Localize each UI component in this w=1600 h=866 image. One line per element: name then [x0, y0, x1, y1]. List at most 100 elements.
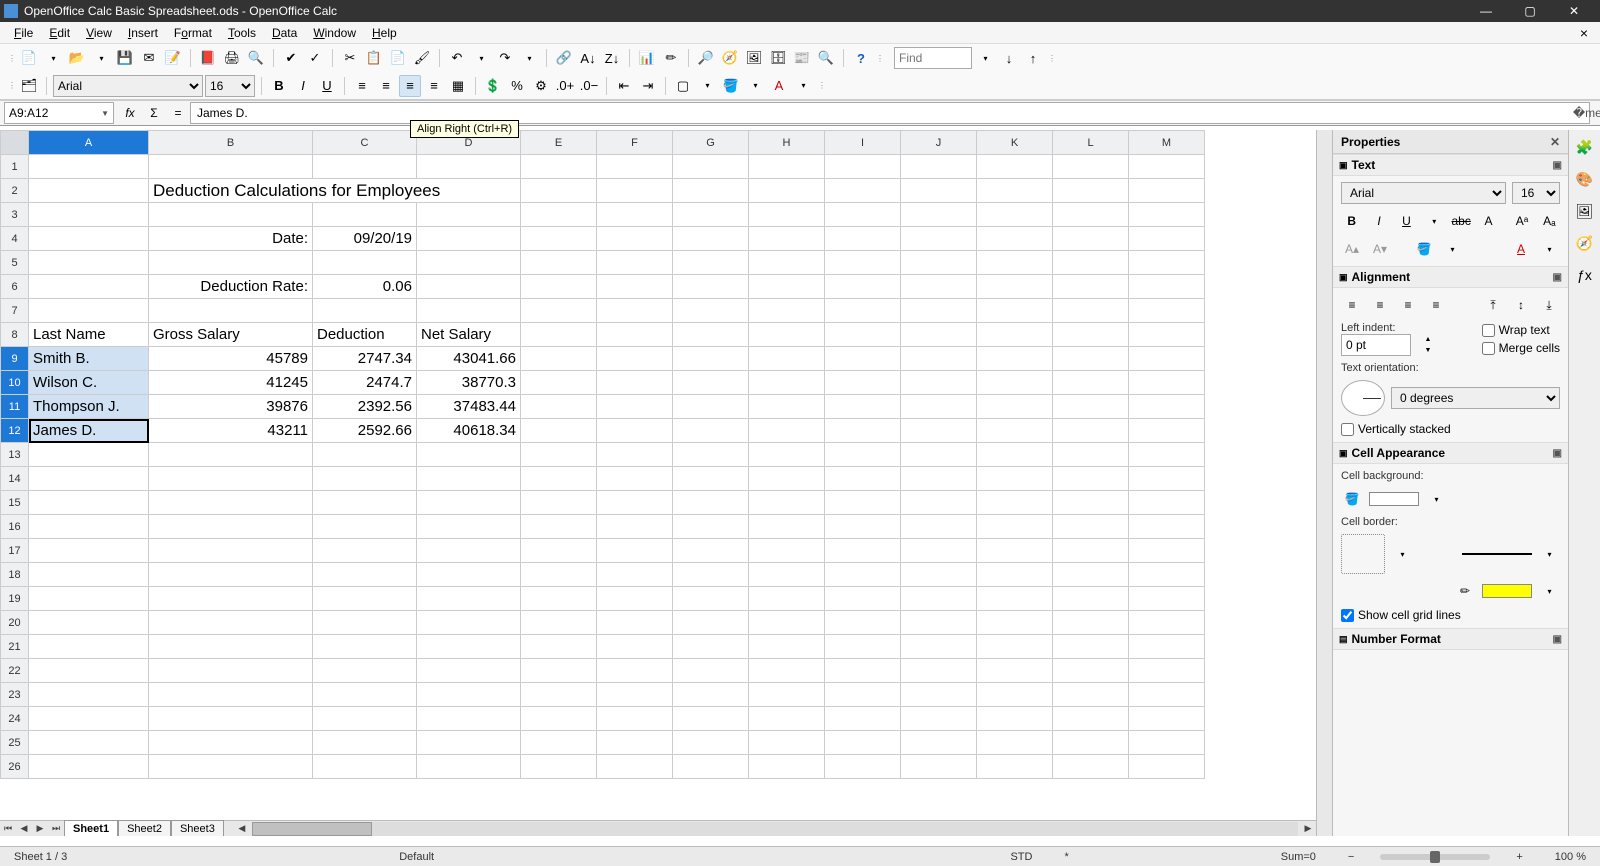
- menu-help[interactable]: Help: [364, 24, 405, 42]
- maximize-button[interactable]: ▢: [1508, 0, 1552, 22]
- cell-hdr-lastname[interactable]: Last Name: [29, 323, 149, 347]
- panel-fontcolor-dropdown[interactable]: [1538, 238, 1560, 260]
- sheet-tab-2[interactable]: Sheet2: [118, 820, 171, 836]
- row-header-13[interactable]: 13: [1, 443, 29, 467]
- menu-insert[interactable]: Insert: [120, 24, 166, 42]
- panel-font-select[interactable]: Arial: [1341, 182, 1506, 204]
- insert-chart-button[interactable]: 📊: [636, 47, 658, 69]
- navigator-button[interactable]: 🧭: [719, 47, 741, 69]
- zoom-in-button[interactable]: +: [1510, 851, 1528, 863]
- grid-wrap[interactable]: A B C D E F G H I J K L M: [0, 130, 1316, 820]
- hscroll-track[interactable]: [252, 822, 1298, 836]
- panel-decrease-font-button[interactable]: A▾: [1369, 238, 1391, 260]
- col-header-M[interactable]: M: [1129, 131, 1205, 155]
- sum-button[interactable]: Σ: [142, 102, 166, 124]
- panel-align-right-button[interactable]: ≡: [1397, 294, 1419, 316]
- section-align-header[interactable]: ▣ Alignment ▣: [1333, 266, 1568, 288]
- row-header-10[interactable]: 10: [1, 371, 29, 395]
- equals-button[interactable]: =: [166, 102, 190, 124]
- panel-superscript-button[interactable]: Aᵃ: [1511, 210, 1532, 232]
- panel-increase-font-button[interactable]: A▴: [1341, 238, 1363, 260]
- tab-next-button[interactable]: ▶: [32, 822, 48, 836]
- spreadsheet-grid[interactable]: A B C D E F G H I J K L M: [0, 130, 1205, 779]
- borders-button[interactable]: ▢: [672, 75, 694, 97]
- indent-up-button[interactable]: ▲: [1417, 334, 1439, 345]
- cell-D12[interactable]: 40618.34: [417, 419, 521, 443]
- section-text-header[interactable]: ▣ Text ▣: [1333, 154, 1568, 176]
- toolbar2-overflow[interactable]: ⋮: [816, 81, 826, 90]
- panel-align-center-button[interactable]: ≡: [1369, 294, 1391, 316]
- undo-dropdown[interactable]: [470, 47, 492, 69]
- col-header-B[interactable]: B: [149, 131, 313, 155]
- sidebar-styles-icon[interactable]: 🎨: [1574, 168, 1596, 190]
- menu-edit[interactable]: Edit: [41, 24, 78, 42]
- row-header-3[interactable]: 3: [1, 203, 29, 227]
- merge-cells-checkbox[interactable]: Merge cells: [1482, 341, 1560, 355]
- row-header-19[interactable]: 19: [1, 587, 29, 611]
- cell-A9[interactable]: Smith B.: [29, 347, 149, 371]
- gallery-button[interactable]: 🖼: [743, 47, 765, 69]
- orientation-select[interactable]: 0 degrees: [1391, 387, 1560, 409]
- properties-close-button[interactable]: ✕: [1550, 135, 1560, 149]
- cell-C10[interactable]: 2474.7: [313, 371, 417, 395]
- hscroll-right-button[interactable]: ▶: [1300, 822, 1316, 836]
- find-toolbar-overflow[interactable]: ⋮: [1046, 54, 1056, 63]
- col-header-J[interactable]: J: [901, 131, 977, 155]
- new-dropdown[interactable]: [42, 47, 64, 69]
- toolbar-grip-2[interactable]: ⋮: [6, 81, 16, 90]
- select-all-corner[interactable]: [1, 131, 29, 155]
- row-header-21[interactable]: 21: [1, 635, 29, 659]
- panel-valign-top-button[interactable]: ⤒: [1482, 294, 1504, 316]
- border-line-dropdown[interactable]: [1538, 543, 1560, 565]
- formula-expand-handle[interactable]: �means: [1594, 103, 1600, 123]
- row-header-16[interactable]: 16: [1, 515, 29, 539]
- row-header-6[interactable]: 6: [1, 275, 29, 299]
- zoom-knob[interactable]: [1430, 851, 1440, 863]
- tab-first-button[interactable]: ⏮: [0, 822, 16, 836]
- cell-hdr-net[interactable]: Net Salary: [417, 323, 521, 347]
- help-button[interactable]: ?: [850, 47, 872, 69]
- zoom-slider[interactable]: [1380, 854, 1490, 860]
- cell-D11[interactable]: 37483.44: [417, 395, 521, 419]
- hscroll-thumb[interactable]: [252, 822, 372, 836]
- col-header-I[interactable]: I: [825, 131, 901, 155]
- remove-decimal-button[interactable]: .0−: [578, 75, 600, 97]
- section-numfmt-header[interactable]: ▤ Number Format ▣: [1333, 628, 1568, 650]
- panel-highlight-button[interactable]: 🪣: [1413, 238, 1435, 260]
- hscroll-left-button[interactable]: ◀: [234, 822, 250, 836]
- row-header-9[interactable]: 9: [1, 347, 29, 371]
- font-size-select[interactable]: 16: [205, 75, 255, 97]
- open-button[interactable]: 📂: [66, 47, 88, 69]
- increase-indent-button[interactable]: ⇥: [637, 75, 659, 97]
- fontcolor-dropdown[interactable]: [792, 75, 814, 97]
- panel-italic-button[interactable]: I: [1368, 210, 1389, 232]
- panel-highlight-dropdown[interactable]: [1441, 238, 1463, 260]
- decrease-indent-button[interactable]: ⇤: [613, 75, 635, 97]
- find-input[interactable]: [894, 47, 972, 69]
- cell-hdr-gross[interactable]: Gross Salary: [149, 323, 313, 347]
- row-header-18[interactable]: 18: [1, 563, 29, 587]
- redo-dropdown[interactable]: [518, 47, 540, 69]
- toolbar-overflow[interactable]: ⋮: [874, 54, 884, 63]
- cell-B11[interactable]: 39876: [149, 395, 313, 419]
- panel-underline-dropdown[interactable]: [1423, 210, 1444, 232]
- row-header-14[interactable]: 14: [1, 467, 29, 491]
- cell-rate-label[interactable]: Deduction Rate:: [149, 275, 313, 299]
- col-header-L[interactable]: L: [1053, 131, 1129, 155]
- status-zoom[interactable]: 100 %: [1549, 851, 1592, 863]
- undo-button[interactable]: ↶: [446, 47, 468, 69]
- section-cellapp-header[interactable]: ▣ Cell Appearance ▣: [1333, 442, 1568, 464]
- col-header-G[interactable]: G: [673, 131, 749, 155]
- section-cellapp-more-icon[interactable]: ▣: [1553, 448, 1562, 459]
- cell-rate-value[interactable]: 0.06: [313, 275, 417, 299]
- close-document-button[interactable]: ×: [1574, 25, 1594, 41]
- bgcolor-dropdown[interactable]: [744, 75, 766, 97]
- row-header-24[interactable]: 24: [1, 707, 29, 731]
- row-header-7[interactable]: 7: [1, 299, 29, 323]
- row-header-1[interactable]: 1: [1, 155, 29, 179]
- autospell-button[interactable]: ✓: [304, 47, 326, 69]
- find-history-dropdown[interactable]: [974, 47, 996, 69]
- panel-align-left-button[interactable]: ≡: [1341, 294, 1363, 316]
- redo-button[interactable]: ↷: [494, 47, 516, 69]
- panel-strike-button[interactable]: abc: [1451, 210, 1472, 232]
